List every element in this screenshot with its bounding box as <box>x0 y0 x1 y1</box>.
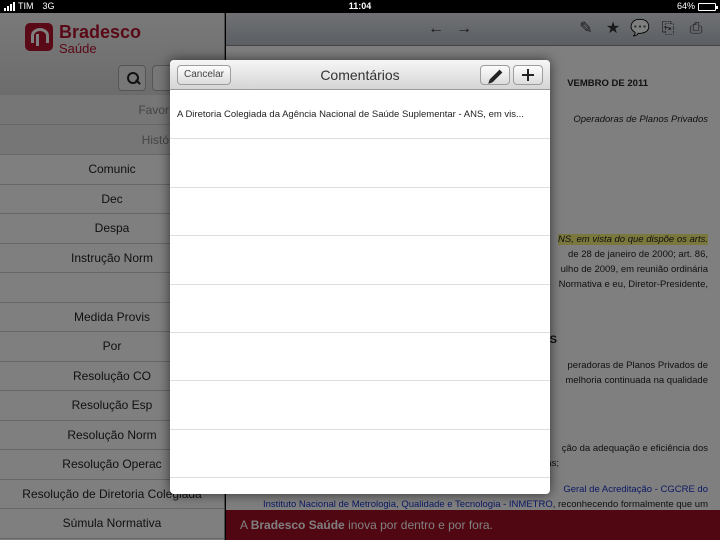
comment-row <box>170 381 550 430</box>
comment-row[interactable]: A Diretoria Colegiada da Agência Naciona… <box>170 91 550 140</box>
comment-row <box>170 139 550 188</box>
pencil-icon <box>489 69 503 83</box>
add-comment-button[interactable] <box>513 65 543 85</box>
clock: 11:04 <box>348 1 372 11</box>
battery-icon <box>698 2 718 11</box>
comment-row <box>170 285 550 333</box>
comment-row <box>170 333 550 382</box>
edit-button[interactable] <box>480 65 510 85</box>
status-bar: TIM 3G 11:04 64% <box>0 0 720 13</box>
popover-header: Comentários Cancelar <box>170 60 550 90</box>
comment-row <box>170 188 550 237</box>
cancel-button[interactable]: Cancelar <box>177 65 231 85</box>
comment-row <box>170 236 550 285</box>
comments-popover: Comentários Cancelar A Diretoria Colegia… <box>170 60 550 494</box>
comments-list: A Diretoria Colegiada da Agência Naciona… <box>170 91 550 479</box>
battery-percent: 64% <box>676 1 695 11</box>
status-right: 64% <box>676 0 718 13</box>
comment-row <box>170 430 550 479</box>
